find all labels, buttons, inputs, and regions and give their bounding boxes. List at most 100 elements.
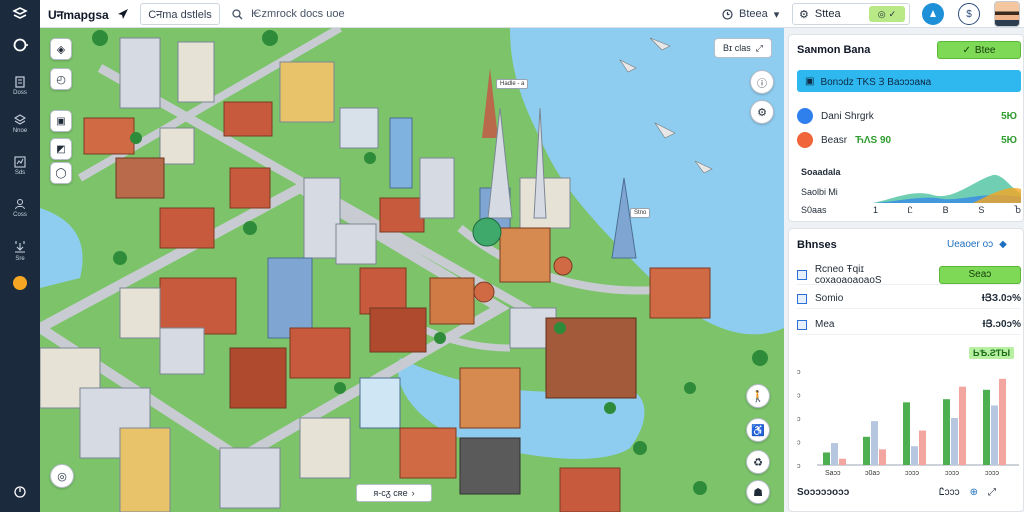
overview-area-chart — [873, 174, 1021, 203]
search-input[interactable]: Ѥzmrock docs uoe — [251, 8, 345, 20]
building-icon — [15, 76, 25, 88]
recycle-button[interactable]: ♻ — [746, 450, 770, 474]
map-info-button[interactable]: ⓘ — [750, 70, 774, 94]
x-tick-label: Ѕaɔɔ — [825, 470, 841, 477]
bar[interactable] — [999, 378, 1006, 465]
footer-controls[interactable]: Ꮭɔɔɔ ⊕ ⤢ — [939, 487, 996, 498]
chart-icon — [14, 156, 26, 168]
bar[interactable] — [863, 436, 870, 465]
check-icon: ✓ — [962, 44, 971, 56]
stats-row-value: ƗՅЗ.0ɔ% — [981, 293, 1021, 304]
overview-row-extra: ЋɅЅ 90 — [855, 134, 892, 146]
bar[interactable] — [991, 405, 998, 465]
bar[interactable] — [903, 402, 910, 465]
bar[interactable] — [951, 418, 958, 465]
city-map[interactable]: ◈ ◴ ▣ ◩ ◯ Bɪ clas ⤢ ⓘ ⚙ Hadle - a Stno 🚶… — [40, 28, 784, 512]
bar[interactable] — [871, 421, 878, 465]
bar[interactable] — [983, 389, 990, 465]
map-settings-button[interactable]: ⚙ — [750, 100, 774, 124]
rail-item-layers[interactable]: Nnoe — [0, 114, 40, 134]
overview-row[interactable]: Beasr ЋɅЅ 90 5Ю — [797, 129, 1017, 151]
layers-icon — [14, 114, 26, 125]
overview-action-button[interactable]: ✓ Btee — [937, 41, 1021, 59]
map-tool-layers[interactable]: ◈ — [50, 38, 72, 60]
bar[interactable] — [959, 386, 966, 465]
overview-row[interactable]: Dani Shrgrk 5Ю — [797, 105, 1017, 127]
link-icon[interactable]: ⊕ — [970, 487, 978, 498]
rail-item-people[interactable]: Coss — [0, 198, 40, 218]
rail-item-hub[interactable] — [0, 38, 40, 52]
bar-chart: ɔɔɔɔɔЅaɔɔ ɔ0aɔ ɔɔɔɔ ɔɔɔɔ ɔɔɔɔ — [797, 369, 1019, 477]
bar[interactable] — [839, 458, 846, 465]
camera-icon: ▣ — [56, 115, 66, 127]
mode-dropdown[interactable]: Bteea ▾ — [722, 3, 784, 25]
stats-row[interactable]: Mea ƗՅ.ɔ0ɔ% — [797, 315, 1021, 335]
brand-button[interactable] — [922, 3, 944, 25]
check-icon: ✓ — [888, 8, 897, 19]
app-logo[interactable] — [0, 0, 40, 28]
hub-icon — [13, 38, 28, 52]
expand-icon[interactable]: ⤢ — [988, 487, 996, 498]
map-tool-camera[interactable]: ▣ — [50, 110, 72, 132]
tick-label: Ⴆ — [1014, 205, 1021, 215]
stats-card: Bhnses Ueaoer oɔ ◆ Rcneo Ŧqiɪ coxaoaoaoa… — [788, 228, 1024, 512]
clock-icon — [722, 8, 733, 20]
location-icon[interactable] — [117, 8, 129, 20]
status-control[interactable]: ⚙ Sttea ◎ ✓ — [792, 3, 910, 25]
bar[interactable] — [943, 399, 950, 465]
avatar[interactable] — [994, 1, 1020, 27]
highlight-badge: ЬѢ.ƧƬЫ — [969, 347, 1015, 359]
accessibility-button[interactable]: ♿ — [746, 418, 770, 442]
stats-row[interactable]: Rcneo Ŧqiɪ coxaoaoaoaoЅ Seaɔ — [797, 264, 1021, 286]
map-tool-timer[interactable]: ◴ — [50, 68, 72, 90]
city-map-canvas[interactable] — [40, 28, 784, 512]
zoom-control[interactable]: Bɪ clas ⤢ — [714, 38, 772, 58]
rail-item-label: Doss — [13, 90, 27, 96]
bike-button[interactable]: ☗ — [746, 480, 770, 504]
y-tick-label: ɔ — [797, 393, 801, 400]
overview-chart-row: Ѕ0aas — [801, 205, 827, 215]
checkbox-icon — [797, 293, 807, 304]
chat-icon: ◯ — [55, 167, 67, 179]
rail-item-label: Coss — [13, 212, 27, 218]
locate-button[interactable]: ◎ — [50, 464, 74, 488]
coordinates-readout[interactable]: ᴙ-cᵹ cʀe › — [356, 484, 432, 502]
map-tool-chat[interactable]: ◯ — [50, 162, 72, 184]
search-bar[interactable]: Ѥzmrock docs uoe — [228, 3, 698, 25]
stats-link[interactable]: Ueaoer oɔ ◆ — [947, 239, 1007, 250]
bar[interactable] — [911, 446, 918, 465]
map-label[interactable]: Hadle - a — [496, 79, 529, 89]
tick-label: Ѕ — [978, 205, 985, 215]
stats-row[interactable]: Ѕomio ƗՅЗ.0ɔ% — [797, 289, 1021, 309]
bar[interactable] — [879, 449, 886, 465]
gear-icon: ⚙ — [757, 106, 767, 119]
coin-icon — [13, 276, 27, 290]
fire-icon — [797, 132, 813, 148]
power-icon — [14, 486, 26, 498]
tab-selector[interactable]: Cनma dstlels — [140, 3, 220, 25]
bar[interactable] — [831, 443, 838, 465]
overview-row-value: 5Ю — [1001, 134, 1017, 146]
rail-item-docs[interactable]: Doss — [0, 76, 40, 96]
overview-banner[interactable]: ▣ Bonɔdz TKЅ Ɜ Baɔɔɔaɴa — [797, 70, 1021, 92]
map-tool-image[interactable]: ◩ — [50, 138, 72, 160]
app-title-text: Uनmapgsa — [48, 7, 109, 22]
stats-row-button[interactable]: Seaɔ — [938, 265, 1021, 284]
rail-item-coins[interactable] — [0, 276, 40, 290]
rail-item-download[interactable]: Sre — [0, 240, 40, 262]
status-toggle[interactable]: ◎ ✓ — [869, 6, 905, 22]
download-icon — [15, 241, 25, 253]
rail-item-stats[interactable]: Sds — [0, 156, 40, 176]
currency-button[interactable]: $ — [958, 3, 980, 25]
rail-item-label: Sre — [15, 256, 25, 262]
rail-item-power[interactable] — [0, 486, 40, 498]
y-tick-label: ɔ — [797, 369, 801, 376]
tick-label: Ꮭ — [907, 205, 913, 215]
overview-action-label: Btee — [974, 44, 996, 56]
overview-row-label: Beasr — [821, 134, 848, 146]
timer-icon: ◴ — [56, 73, 66, 86]
bar[interactable] — [823, 452, 830, 465]
bar[interactable] — [919, 430, 926, 465]
walk-mode-button[interactable]: 🚶 — [746, 384, 770, 408]
map-label[interactable]: Stno — [630, 208, 651, 218]
